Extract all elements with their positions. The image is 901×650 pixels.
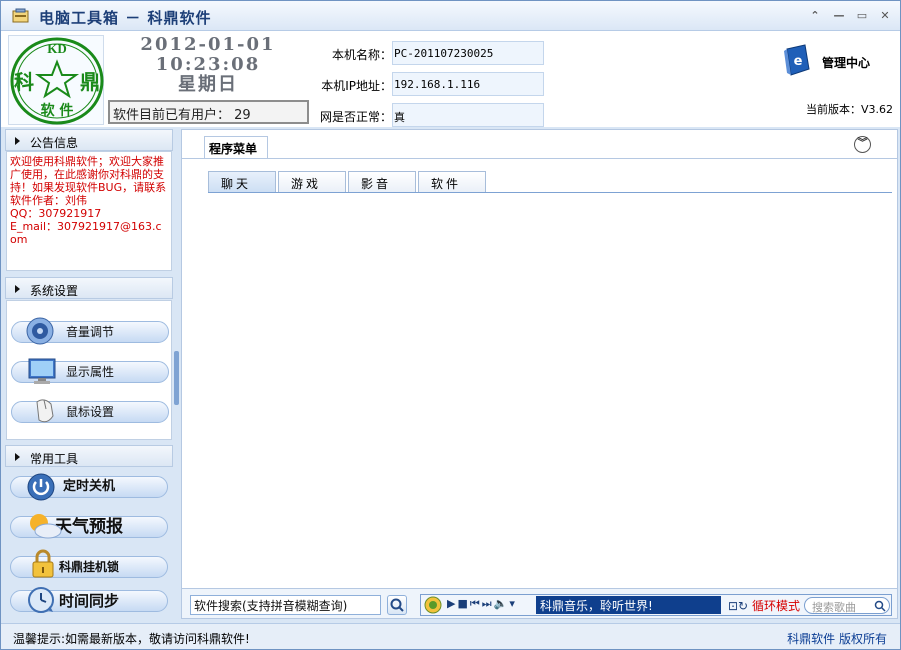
maximize-button[interactable]: ▭ (854, 9, 870, 23)
notice-title: 公告信息 (30, 136, 79, 150)
ip-value: 192.168.1.116 (392, 72, 544, 96)
tab-software[interactable]: 软件 (418, 171, 486, 193)
tab-program-menu[interactable]: 程序菜单 (204, 136, 268, 158)
notice-qq: QQ：307921917 (10, 207, 102, 220)
version-text: 当前版本：V3.62 (806, 103, 894, 116)
tip-text: 温馨提示:如需最新版本，敬请访问科鼎软件! (13, 632, 250, 646)
tools-title: 常用工具 (30, 452, 79, 466)
user-count-box: 软件目前已有用户： 29 (108, 100, 309, 124)
music-logo-icon[interactable] (424, 596, 442, 614)
main-content: 程序菜单 ︾ 聊天 游戏 影音 软件 (181, 129, 898, 589)
tools-panel: 定时关机 天气预报 科鼎挂机锁 时间同步 (6, 468, 172, 618)
clock-sync-icon (28, 587, 54, 613)
network-value: 真 (392, 103, 544, 127)
expand-arrow-icon (15, 453, 20, 461)
hostname-value: PC-201107230025 (392, 41, 544, 65)
status-bar: 温馨提示:如需最新版本，敬请访问科鼎软件! 科鼎软件 版权所有 (1, 623, 900, 649)
expand-arrow-icon (15, 285, 20, 293)
weather-icon (30, 514, 62, 539)
logo: KD 科 鼎 软 件 (8, 35, 104, 125)
notice-panel: 欢迎使用科鼎软件；欢迎大家推广使用，在此感谢你对科鼎的支持！如果发现软件BUG，… (6, 151, 172, 271)
svg-text:科: 科 (14, 70, 34, 94)
tab-media[interactable]: 影音 (348, 171, 416, 193)
sidebar-collapse-handle[interactable] (174, 351, 179, 405)
tools-header[interactable]: 常用工具 (5, 445, 173, 467)
expand-arrow-icon (15, 137, 20, 145)
loop-mode-button[interactable]: ⊡↻ 循环模式 (728, 597, 800, 614)
weekday-text: 星期日 (178, 74, 238, 95)
date-text: 2012-01-01 (140, 34, 276, 55)
time-text: 10:23:08 (155, 54, 261, 75)
speaker-icon (26, 317, 54, 345)
settings-title: 系统设置 (30, 284, 79, 298)
search-button[interactable] (387, 595, 407, 615)
monitor-icon (28, 358, 56, 384)
title-bar[interactable]: 电脑工具箱 － 科鼎软件 ⌃ — ▭ ✕ (1, 1, 900, 31)
info-row-network: 网是否正常： 真 (312, 103, 544, 127)
window-title: 电脑工具箱 － 科鼎软件 (39, 9, 212, 27)
tab-chat[interactable]: 聊天 (208, 171, 276, 193)
music-player: ▶■⏮⏭🔈▾ 科鼎音乐，聆听世界! ⊡↻ 循环模式 搜索歌曲 (420, 594, 892, 616)
hostname-label: 本机名称： (331, 48, 392, 62)
collapse-icon[interactable]: ︾ (854, 136, 871, 153)
minimize-button[interactable]: — (831, 9, 847, 23)
svg-text:KD: KD (47, 41, 67, 56)
song-search-input[interactable]: 搜索歌曲 (804, 597, 890, 614)
bottom-toolbar: ▶■⏮⏭🔈▾ 科鼎音乐，聆听世界! ⊡↻ 循环模式 搜索歌曲 (181, 589, 898, 619)
left-sidebar: 公告信息 欢迎使用科鼎软件；欢迎大家推广使用，在此感谢你对科鼎的支持！如果发现软… (5, 129, 173, 619)
player-controls-icon[interactable]: ▶■⏮⏭🔈▾ (447, 597, 517, 611)
settings-header[interactable]: 系统设置 (5, 277, 173, 299)
loop-icon: ⊡↻ (728, 599, 749, 613)
shutdown-label: 定时关机 (62, 479, 115, 494)
lock-label: 科鼎挂机锁 (58, 560, 119, 574)
song-search-placeholder: 搜索歌曲 (812, 601, 856, 614)
datetime-display: 2012-01-01 10:23:08 星期日 (109, 35, 307, 97)
network-label: 网是否正常： (319, 110, 392, 124)
category-divider (208, 192, 892, 193)
software-search-input[interactable] (190, 595, 381, 615)
restore-icon[interactable]: ⌃ (807, 9, 823, 23)
ip-label: 本机IP地址： (321, 79, 392, 93)
music-title: 科鼎音乐，聆听世界! (536, 596, 721, 614)
close-button[interactable]: ✕ (877, 9, 893, 23)
copyright-link[interactable]: 科鼎软件 版权所有 (787, 630, 887, 647)
tab-games[interactable]: 游戏 (278, 171, 346, 193)
main-window: 电脑工具箱 － 科鼎软件 ⌃ — ▭ ✕ KD 科 鼎 软 件 2012-01-… (0, 0, 901, 650)
volume-label: 音量调节 (65, 325, 114, 339)
info-row-hostname: 本机名称： PC-201107230025 (312, 41, 544, 65)
weather-label: 天气预报 (55, 517, 123, 537)
tab-divider (182, 158, 897, 159)
notice-email: E_mail：307921917@163.com (10, 220, 162, 246)
lock-icon (32, 549, 54, 578)
manager-center-button[interactable]: e 管理中心 (781, 43, 891, 77)
settings-panel: 音量调节 显示属性 鼠标设置 (6, 300, 172, 440)
display-label: 显示属性 (65, 365, 114, 379)
time-sync-label: 时间同步 (58, 592, 119, 610)
search-icon (390, 598, 404, 612)
svg-text:鼎: 鼎 (80, 70, 100, 94)
info-row-ip: 本机IP地址： 192.168.1.116 (312, 72, 544, 96)
header-panel: KD 科 鼎 软 件 2012-01-01 10:23:08 星期日 软件目前已… (1, 31, 900, 127)
svg-text:软 件: 软 件 (41, 102, 74, 119)
notice-header[interactable]: 公告信息 (5, 129, 173, 151)
manager-center-label: 管理中心 (822, 56, 871, 70)
search-icon[interactable] (873, 599, 887, 613)
toolbox-icon (12, 8, 29, 23)
mouse-icon (36, 399, 54, 423)
power-icon (27, 473, 55, 501)
mouse-label: 鼠标设置 (65, 405, 114, 419)
kd-logo-icon: KD 科 鼎 软 件 (10, 37, 104, 125)
ie-book-icon: e (784, 44, 810, 76)
loop-mode-label: 循环模式 (751, 599, 800, 613)
svg-text:e: e (794, 54, 803, 69)
notice-text: 欢迎使用科鼎软件；欢迎大家推广使用，在此感谢你对科鼎的支持！如果发现软件BUG，… (10, 155, 167, 207)
